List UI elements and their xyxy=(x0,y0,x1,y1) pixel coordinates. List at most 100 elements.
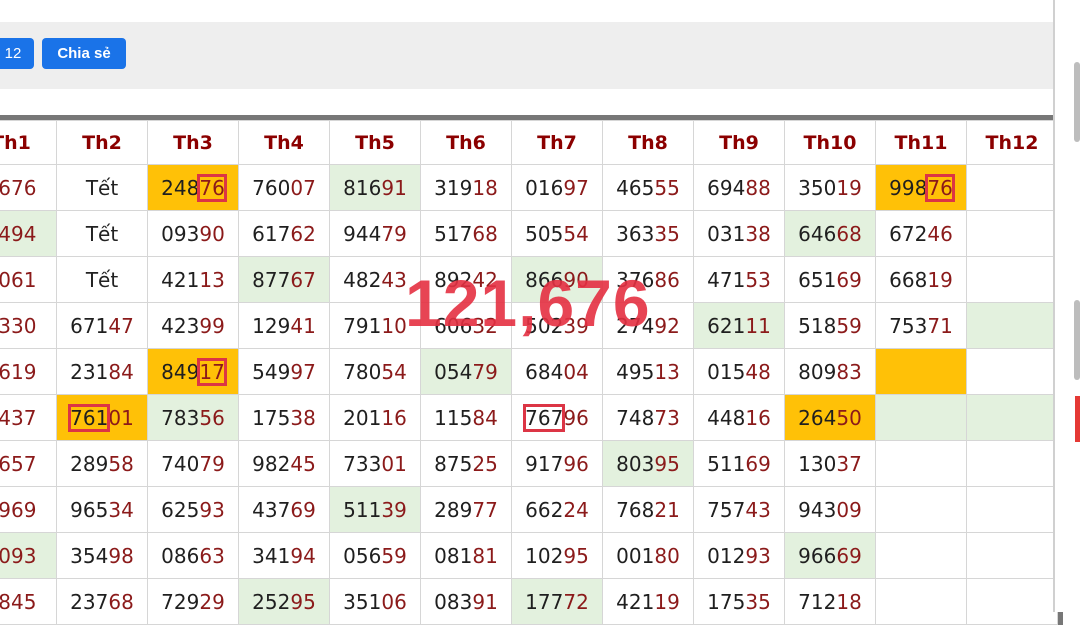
column-header: Th3 xyxy=(147,120,239,165)
cell-number-ending: 16 xyxy=(745,405,771,430)
cell-number-ending: 25 xyxy=(472,451,498,476)
cell-number-ending: 34 xyxy=(108,497,134,522)
table-cell xyxy=(875,486,967,533)
cell-number-prefix: 274 xyxy=(616,313,655,338)
side-scrollbar-thumb[interactable] xyxy=(1074,62,1080,142)
table-cell: 12941 xyxy=(238,302,330,349)
table-cell: 99876 xyxy=(875,164,967,211)
cell-number-prefix: 684 xyxy=(525,359,564,384)
cell-number-ending: 63 xyxy=(199,543,225,568)
table-cell: 84917 xyxy=(147,348,239,395)
cell-number-prefix: 086 xyxy=(161,543,200,568)
cell-number-prefix: 511 xyxy=(343,497,382,522)
table-cell: 51139 xyxy=(329,486,421,533)
table-cell: 48243 xyxy=(329,256,421,303)
cell-number-prefix: 944 xyxy=(343,221,382,246)
cell-number-ending: 81 xyxy=(472,543,498,568)
cell-number-ending: 46 xyxy=(927,221,953,246)
cell-number-prefix: 780 xyxy=(343,359,382,384)
share-button[interactable]: Chia sẻ xyxy=(42,38,126,69)
cell-number-prefix: 651 xyxy=(798,267,837,292)
side-scrollbar-thumb-lower[interactable] xyxy=(1074,300,1080,380)
cell-number-prefix: 495 xyxy=(616,359,655,384)
cell-number-prefix: 733 xyxy=(343,451,382,476)
cell-number-prefix: 319 xyxy=(434,175,473,200)
cell-number-prefix: 289 xyxy=(70,451,109,476)
cell-number-prefix: 505 xyxy=(525,221,564,246)
cell-number-ending: 16 xyxy=(381,405,407,430)
cell-number-ending: 657 xyxy=(0,451,37,476)
cell-number-ending: 68 xyxy=(472,221,498,246)
cell-number-prefix: 471 xyxy=(707,267,746,292)
table-cell xyxy=(875,532,967,579)
cell-number-prefix: 130 xyxy=(798,451,837,476)
cell-number-ending: 18 xyxy=(472,175,498,200)
cell-number-prefix: 448 xyxy=(707,405,746,430)
toolbar xyxy=(0,22,1053,89)
column-header: Th7 xyxy=(511,120,603,165)
table-cell: 74079 xyxy=(147,440,239,487)
table-cell: 28977 xyxy=(420,486,512,533)
cell-number-ending: 68 xyxy=(108,589,134,614)
table-cell: 8969 xyxy=(0,486,57,533)
table-cell: 78054 xyxy=(329,348,421,395)
table-cell: 96669 xyxy=(784,532,876,579)
cell-number-ending: 96 xyxy=(563,451,589,476)
table-cell: 68404 xyxy=(511,348,603,395)
table-cell: 87767 xyxy=(238,256,330,303)
cell-number-ending: 86 xyxy=(654,267,680,292)
cell-number-ending: 29 xyxy=(199,589,225,614)
cell-number-ending: 71 xyxy=(927,313,953,338)
cell-number-prefix: 093 xyxy=(161,221,200,246)
table-row: 5330671474239912941791106063250239274926… xyxy=(0,302,1058,349)
cell-number-prefix: 753 xyxy=(889,313,928,338)
cell-number-ending: 54 xyxy=(381,359,407,384)
table-cell: Tết xyxy=(56,210,148,257)
table-cell: 17535 xyxy=(693,578,785,625)
cell-number-ending: 96 xyxy=(563,405,589,430)
cell-number-prefix: 768 xyxy=(616,497,655,522)
table-cell: 08391 xyxy=(420,578,512,625)
table-cell xyxy=(966,440,1058,487)
table-cell xyxy=(875,440,967,487)
table-cell: 81691 xyxy=(329,164,421,211)
table-cell: 66819 xyxy=(875,256,967,303)
cell-number-ending: 97 xyxy=(290,359,316,384)
cell-number-prefix: 351 xyxy=(343,589,382,614)
column-header: Th5 xyxy=(329,120,421,165)
table-row: 3494Tết093906176294479517685055436335031… xyxy=(0,210,1058,257)
table-cell: Tết xyxy=(56,164,148,211)
cell-number-prefix: 376 xyxy=(616,267,655,292)
cell-number-ending: 494 xyxy=(0,221,37,246)
page-button[interactable]: 12 xyxy=(0,38,34,69)
cell-number-prefix: 761 xyxy=(68,403,111,432)
table-cell: 5330 xyxy=(0,302,57,349)
cell-number-ending: 93 xyxy=(745,543,771,568)
cell-number-prefix: 809 xyxy=(798,359,837,384)
cell-number-ending: 84 xyxy=(472,405,498,430)
cell-number-ending: 48 xyxy=(745,359,771,384)
table-cell: 76101 xyxy=(56,394,148,441)
cell-number-prefix: 363 xyxy=(616,221,655,246)
table-cell xyxy=(966,348,1058,395)
cell-number-ending: 39 xyxy=(563,313,589,338)
table-cell: 51768 xyxy=(420,210,512,257)
cell-number-prefix: 482 xyxy=(343,267,382,292)
table-cell: 13037 xyxy=(784,440,876,487)
cell-number-prefix: 672 xyxy=(889,221,928,246)
table-cell: 67246 xyxy=(875,210,967,257)
cell-number-ending: 79 xyxy=(381,221,407,246)
table-cell: 3494 xyxy=(0,210,57,257)
cell-number-prefix: 966 xyxy=(798,543,837,568)
table-cell: 80983 xyxy=(784,348,876,395)
cell-number-ending: 093 xyxy=(0,543,37,568)
table-cell: 34194 xyxy=(238,532,330,579)
table-cell: 50239 xyxy=(511,302,603,349)
cell-text: Tết xyxy=(85,267,119,292)
cell-number-ending: 47 xyxy=(108,313,134,338)
cell-number-ending: 969 xyxy=(0,497,37,522)
cell-number-ending: 84 xyxy=(108,359,134,384)
cell-number-ending: 68 xyxy=(836,221,862,246)
cell-number-prefix: 016 xyxy=(525,175,564,200)
cell-number-prefix: 943 xyxy=(798,497,837,522)
